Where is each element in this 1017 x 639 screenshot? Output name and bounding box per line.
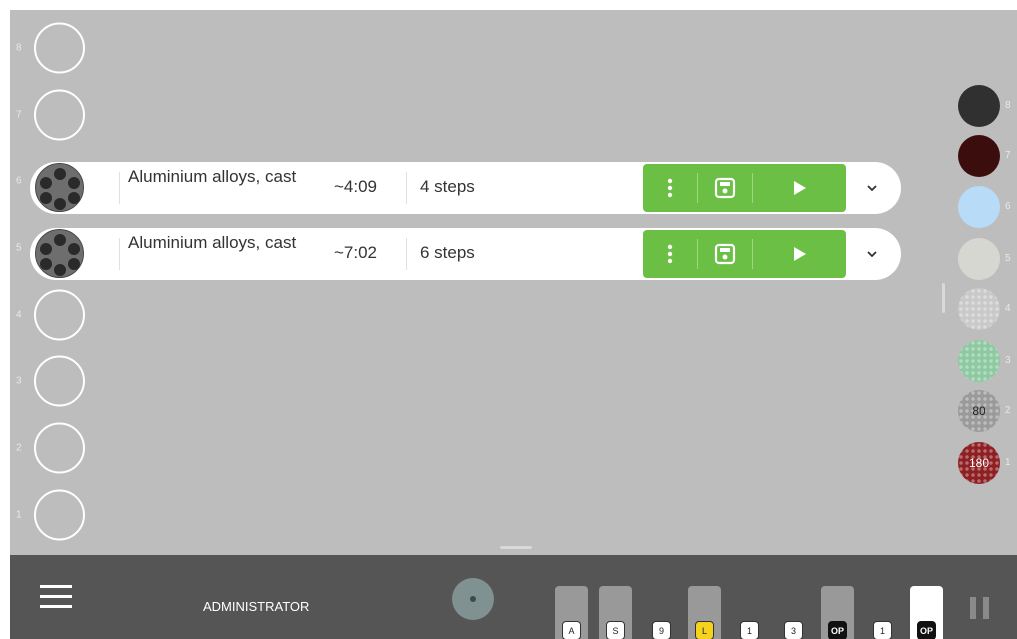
magazine-disc[interactable]: 180 1	[958, 442, 1017, 486]
station-chip[interactable]: A	[562, 621, 581, 639]
job-actions	[643, 164, 846, 212]
play-icon	[793, 181, 806, 195]
magazine-disc[interactable]: 80 2	[958, 390, 1017, 434]
more-options-button[interactable]	[643, 164, 697, 212]
disc-position-number: 6	[1005, 201, 1011, 212]
user-name: ADMINISTRATOR	[203, 599, 310, 614]
pause-icon	[970, 597, 976, 619]
station-chip[interactable]: 1	[740, 621, 759, 639]
disc-swatch	[958, 135, 1000, 177]
job-actions	[643, 230, 846, 278]
pause-button[interactable]	[970, 597, 990, 619]
magazine-disc[interactable]: 4	[958, 288, 1017, 332]
station-chip[interactable]: 9	[652, 621, 671, 639]
disc-swatch	[958, 238, 1000, 280]
slot-number: 8	[16, 42, 22, 54]
magazine-disc[interactable]: 3	[958, 340, 1017, 384]
disc-position-number: 5	[1005, 253, 1011, 264]
more-vertical-icon	[667, 244, 673, 264]
station-chip[interactable]: 1	[873, 621, 892, 639]
menu-button[interactable]	[40, 585, 74, 611]
station-chip[interactable]: S	[606, 621, 625, 639]
magazine-disc[interactable]: 6	[958, 186, 1017, 230]
empty-slot-circle	[34, 89, 85, 141]
disc-position-number: 2	[1005, 405, 1011, 416]
app-workspace: 8 7 6 5 4 3 2 1 Aluminium alloys, cast ~4:09 4 …	[10, 10, 1017, 639]
save-button[interactable]	[698, 230, 752, 278]
slot-number: 2	[16, 442, 22, 454]
magazine-disc[interactable]: 7	[958, 135, 1017, 179]
disc-grit-label: 180	[968, 456, 990, 470]
drawer-handle[interactable]	[500, 546, 532, 549]
slot-number: 1	[16, 509, 22, 521]
magazine-disc[interactable]: 8	[958, 85, 1017, 129]
start-button[interactable]	[753, 230, 846, 278]
disc-swatch	[958, 340, 1000, 382]
disc-position-number: 8	[1005, 100, 1011, 111]
more-vertical-icon	[667, 178, 673, 198]
empty-slot-circle	[34, 422, 85, 474]
machine-status-icon[interactable]	[452, 578, 494, 620]
scroll-handle[interactable]	[942, 283, 945, 313]
sample-slot[interactable]: 3	[10, 353, 100, 409]
hamburger-icon	[40, 585, 72, 588]
job-duration: ~4:09	[334, 177, 378, 196]
station-chip[interactable]: OP	[828, 621, 847, 639]
empty-slot-circle	[34, 22, 85, 74]
slot-number: 3	[16, 375, 22, 387]
disc-grit-label: 80	[972, 404, 986, 418]
slot-number: 6	[16, 175, 22, 187]
bottom-bar: ADMINISTRATOR A S 9 L 1 3 OP 1 OP	[10, 555, 1017, 639]
specimen-holder-icon	[35, 229, 84, 278]
slot-number: 4	[16, 309, 22, 321]
chevron-down-icon	[867, 251, 877, 257]
start-button[interactable]	[753, 164, 846, 212]
sample-slot[interactable]: 8	[10, 20, 100, 76]
disc-swatch	[958, 85, 1000, 127]
job-steps: 4 steps	[420, 177, 475, 196]
magazine-disc[interactable]: 5	[958, 238, 1017, 282]
job-row[interactable]: Aluminium alloys, cast ~7:02 6 steps	[30, 228, 901, 280]
expand-button[interactable]	[860, 242, 884, 266]
job-material: Aluminium alloys, cast	[128, 167, 297, 186]
chevron-down-icon	[867, 185, 877, 191]
station-chip[interactable]: OP	[917, 621, 936, 639]
disc-swatch: 180	[958, 442, 1000, 484]
disc-position-number: 3	[1005, 355, 1011, 366]
slot-number: 7	[16, 109, 22, 121]
disc-position-number: 7	[1005, 150, 1011, 161]
job-material: Aluminium alloys, cast	[128, 233, 297, 252]
expand-button[interactable]	[860, 176, 884, 200]
slot-number: 5	[16, 242, 22, 254]
sample-slot[interactable]: 2	[10, 420, 100, 476]
more-options-button[interactable]	[643, 230, 697, 278]
sample-slot[interactable]: 7	[10, 87, 100, 143]
job-duration: ~7:02	[334, 243, 378, 262]
disc-swatch: 80	[958, 390, 1000, 432]
station-chip[interactable]: 3	[784, 621, 803, 639]
play-icon	[793, 247, 806, 261]
sample-slot[interactable]: 4	[10, 287, 100, 343]
disc-swatch	[958, 186, 1000, 228]
sample-slot[interactable]: 1	[10, 487, 100, 543]
job-row[interactable]: Aluminium alloys, cast ~4:09 4 steps	[30, 162, 901, 214]
disc-swatch	[958, 288, 1000, 330]
station-chip[interactable]: L	[695, 621, 714, 639]
job-steps: 6 steps	[420, 243, 475, 262]
empty-slot-circle	[34, 355, 85, 407]
specimen-holder-icon	[35, 163, 84, 212]
save-icon	[714, 243, 736, 265]
empty-slot-circle	[34, 289, 85, 341]
disc-position-number: 4	[1005, 303, 1011, 314]
empty-slot-circle	[34, 489, 85, 541]
save-button[interactable]	[698, 164, 752, 212]
save-icon	[714, 177, 736, 199]
disc-position-number: 1	[1005, 457, 1011, 468]
